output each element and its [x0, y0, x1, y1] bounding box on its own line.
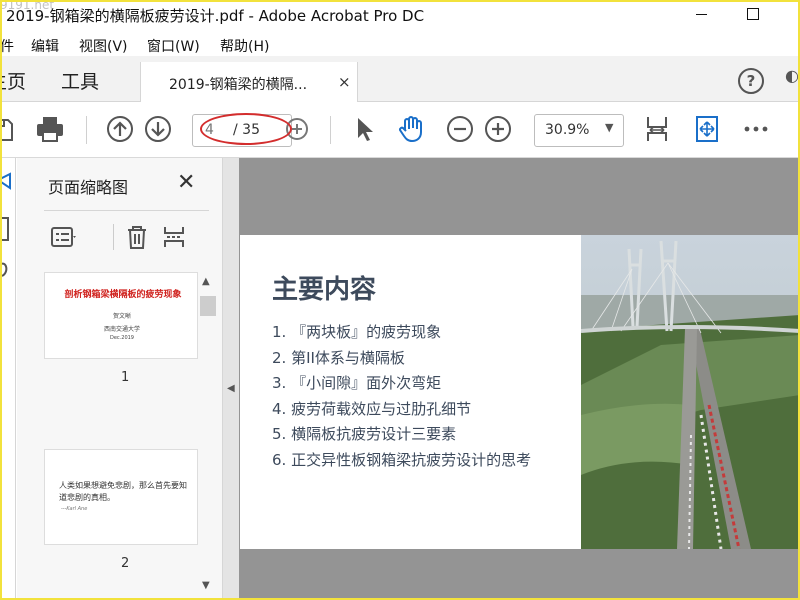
- document-tab-label: 2019-钢箱梁的横隔...: [169, 77, 308, 93]
- list-item: 6. 正交异性板钢箱梁抗疲劳设计的思考: [272, 450, 532, 469]
- thumbnail-date: Dec.2019: [110, 335, 134, 341]
- menu-view[interactable]: 视图(V): [79, 36, 128, 56]
- close-icon[interactable]: ✕: [177, 170, 195, 195]
- minimize-button[interactable]: [682, 0, 722, 30]
- bridge-photo: [581, 235, 800, 549]
- rail-icons[interactable]: [0, 158, 16, 298]
- save-icon[interactable]: [0, 114, 16, 144]
- tab-tools[interactable]: 工具: [61, 67, 99, 94]
- annotation-circle: [200, 113, 292, 145]
- toolbar: 4 / 35 30.9% ▼: [0, 102, 800, 158]
- toolbar-separator: [113, 224, 114, 250]
- thumbnail-page-number: 2: [121, 556, 130, 571]
- thumbnail-options-icon[interactable]: [49, 224, 77, 250]
- zoom-value: 30.9%: [545, 122, 590, 138]
- thumbnail-signature: ---Karl Ane: [61, 506, 88, 512]
- menu-file[interactable]: 件: [0, 36, 14, 56]
- trash-icon[interactable]: [123, 224, 151, 250]
- menu-edit[interactable]: 编辑: [31, 36, 59, 56]
- thumbnail-title: 剖析钢箱梁横隔板的疲劳现象: [64, 290, 182, 300]
- pdf-page: 主要内容 1. 『两块板』的疲劳现象 2. 第II体系与横隔板 3. 『小间隙』…: [240, 235, 800, 549]
- document-view[interactable]: 主要内容 1. 『两块板』的疲劳现象 2. 第II体系与横隔板 3. 『小间隙』…: [239, 158, 800, 600]
- thumbnail-quote-line: 人类如果想避免悲剧，那么首先要知: [59, 481, 187, 490]
- toolbar-separator: [86, 116, 87, 144]
- thumbnail-quote-line: 道悲剧的真相。: [59, 493, 115, 502]
- zoom-in-icon[interactable]: [483, 114, 513, 144]
- close-tab-icon[interactable]: ×: [338, 73, 351, 91]
- menu-bar: 件 编辑 视图(V) 窗口(W) 帮助(H): [0, 32, 800, 56]
- list-item: 3. 『小间隙』面外次弯矩: [272, 374, 442, 392]
- insert-page-icon[interactable]: [161, 224, 189, 250]
- chevron-down-icon: ▼: [605, 121, 614, 134]
- page-thumbnail-2[interactable]: 人类如果想避免悲剧，那么首先要知 道悲剧的真相。 ---Karl Ane: [44, 449, 198, 545]
- menu-help[interactable]: 帮助(H): [220, 36, 269, 56]
- list-item: 4. 疲劳荷载效应与过肋孔细节: [272, 399, 472, 418]
- list-item: 1. 『两块板』的疲劳现象: [272, 323, 442, 341]
- zoom-out-icon[interactable]: [445, 114, 475, 144]
- tab-bar: 主页 工具 2019-钢箱梁的横隔... × ? ◐: [0, 56, 800, 103]
- next-page-icon[interactable]: [143, 114, 173, 144]
- panel-splitter[interactable]: ◀: [223, 158, 239, 600]
- previous-page-icon[interactable]: [105, 114, 135, 144]
- panel-title: 页面缩略图: [48, 178, 129, 197]
- list-item: 2. 第II体系与横隔板: [272, 348, 405, 367]
- thumbnail-page-number: 1: [121, 370, 130, 385]
- page-thumbnail-1[interactable]: 剖析钢箱梁横隔板的疲劳现象 贺文晰 西南交通大学 Dec.2019: [44, 272, 198, 359]
- panel-divider: [44, 210, 209, 211]
- scroll-down-icon[interactable]: ▼: [202, 580, 210, 591]
- slide-heading: 主要内容: [272, 275, 377, 305]
- window-title: 2019-钢箱梁的横隔板疲劳设计.pdf - Adobe Acrobat Pro…: [6, 7, 425, 25]
- maximize-button[interactable]: [738, 0, 778, 30]
- menu-window[interactable]: 窗口(W): [147, 36, 200, 56]
- scrollbar-thumb[interactable]: [200, 296, 216, 316]
- thumbnails-panel: 页面缩略图 ✕ 剖析钢箱梁横隔板的疲劳现象 贺文晰 西南交通大学 Dec.201…: [17, 158, 223, 600]
- thumbnail-institution: 西南交通大学: [103, 326, 140, 333]
- thumbnail-scrollbar[interactable]: ▲ ▼: [198, 273, 216, 600]
- collapse-panel-icon[interactable]: ◀: [227, 383, 235, 394]
- list-item: 5. 横隔板抗疲劳设计三要素: [272, 425, 457, 443]
- help-icon[interactable]: ?: [738, 68, 764, 94]
- tab-document[interactable]: 2019-钢箱梁的横隔... ×: [140, 62, 358, 103]
- fit-page-icon[interactable]: [642, 114, 672, 144]
- scroll-up-icon[interactable]: ▲: [202, 276, 210, 287]
- toolbar-separator: [330, 116, 331, 144]
- full-screen-icon[interactable]: [692, 114, 722, 144]
- slide-contents-list: 1. 『两块板』的疲劳现象 2. 第II体系与横隔板 3. 『小间隙』面外次弯矩…: [272, 321, 531, 474]
- account-icon[interactable]: ◐: [785, 66, 799, 85]
- thumbnail-author: 贺文晰: [112, 313, 131, 320]
- print-icon[interactable]: [35, 114, 65, 144]
- left-rail: [0, 158, 16, 600]
- select-cursor-icon[interactable]: [349, 114, 379, 144]
- hand-tool-icon[interactable]: [396, 114, 426, 144]
- zoom-dropdown[interactable]: 30.9% ▼: [534, 114, 624, 147]
- tab-home[interactable]: 主页: [0, 67, 26, 94]
- more-options-icon[interactable]: [741, 114, 771, 144]
- title-bar: 9191.net 2019-钢箱梁的横隔板疲劳设计.pdf - Adobe Ac…: [0, 0, 800, 30]
